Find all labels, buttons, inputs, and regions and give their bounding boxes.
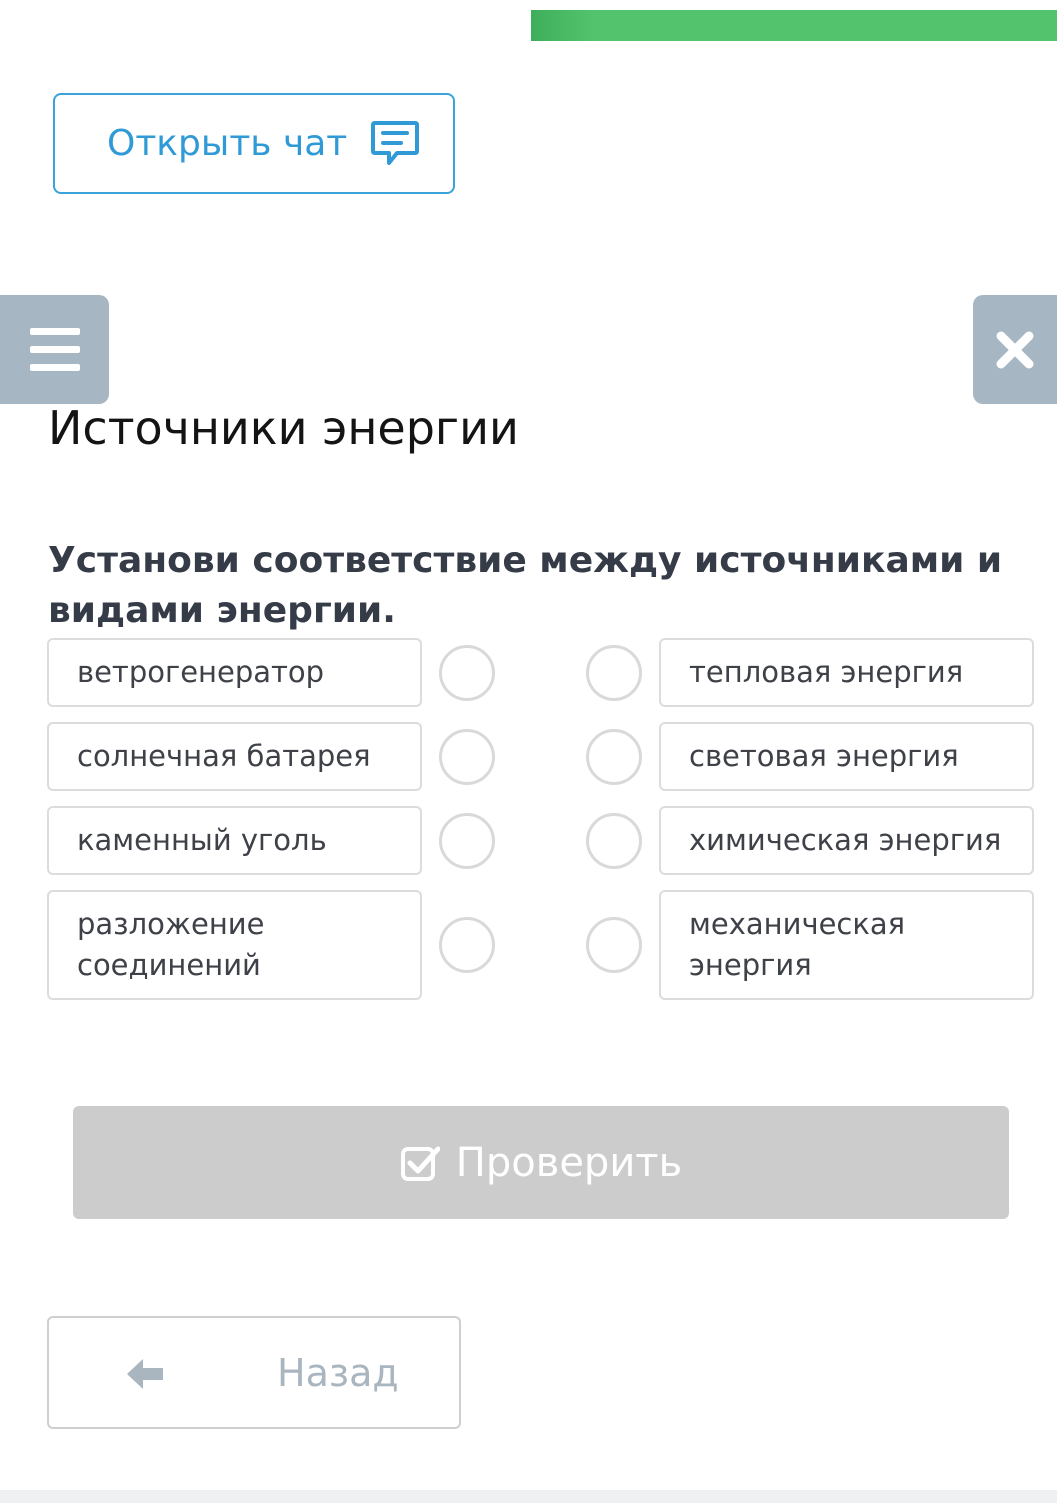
source-label: ветрогенератор [77,655,325,689]
energy-label: световая энергия [689,739,959,773]
energy-label: механическая энергия [689,907,906,982]
energy-connector-2[interactable] [586,729,642,785]
back-button[interactable]: Назад [47,1316,461,1429]
energy-option-3[interactable]: химическая энергия [659,806,1034,875]
source-option-4[interactable]: разложение соединений [47,890,422,1000]
energy-connector-3[interactable] [586,813,642,869]
back-button-label: Назад [277,1351,399,1395]
hamburger-menu-icon [29,327,80,371]
source-label: разложение соединений [77,907,265,982]
energy-option-2[interactable]: световая энергия [659,722,1034,791]
menu-button[interactable] [0,295,109,404]
source-label: каменный уголь [77,823,327,857]
check-button[interactable]: Проверить [73,1106,1009,1219]
task-instruction: Установи соответствие между источниками … [48,540,1003,631]
close-icon [996,331,1034,368]
page-title: Источники энергии [48,401,519,455]
source-connector-4[interactable] [439,917,495,973]
arrow-left-icon [127,1359,163,1389]
source-option-3[interactable]: каменный уголь [47,806,422,875]
bottom-divider [0,1490,1057,1503]
energy-connector-1[interactable] [586,645,642,701]
source-connector-1[interactable] [439,645,495,701]
source-option-1[interactable]: ветрогенератор [47,638,422,707]
energy-connector-4[interactable] [586,917,642,973]
progress-bar [531,10,1057,41]
energy-label: химическая энергия [689,823,1002,857]
close-button[interactable] [973,295,1057,404]
open-chat-label: Открыть чат [107,123,348,164]
source-label: солнечная батарея [77,739,371,773]
source-connector-3[interactable] [439,813,495,869]
checkbox-check-icon [400,1146,440,1181]
energy-label: тепловая энергия [689,655,964,689]
source-option-2[interactable]: солнечная батарея [47,722,422,791]
energy-option-4[interactable]: механическая энергия [659,890,1034,1000]
open-chat-button[interactable]: Открыть чат [53,93,455,194]
chat-icon [369,118,421,170]
energy-option-1[interactable]: тепловая энергия [659,638,1034,707]
source-connector-2[interactable] [439,729,495,785]
check-button-label: Проверить [455,1139,683,1186]
